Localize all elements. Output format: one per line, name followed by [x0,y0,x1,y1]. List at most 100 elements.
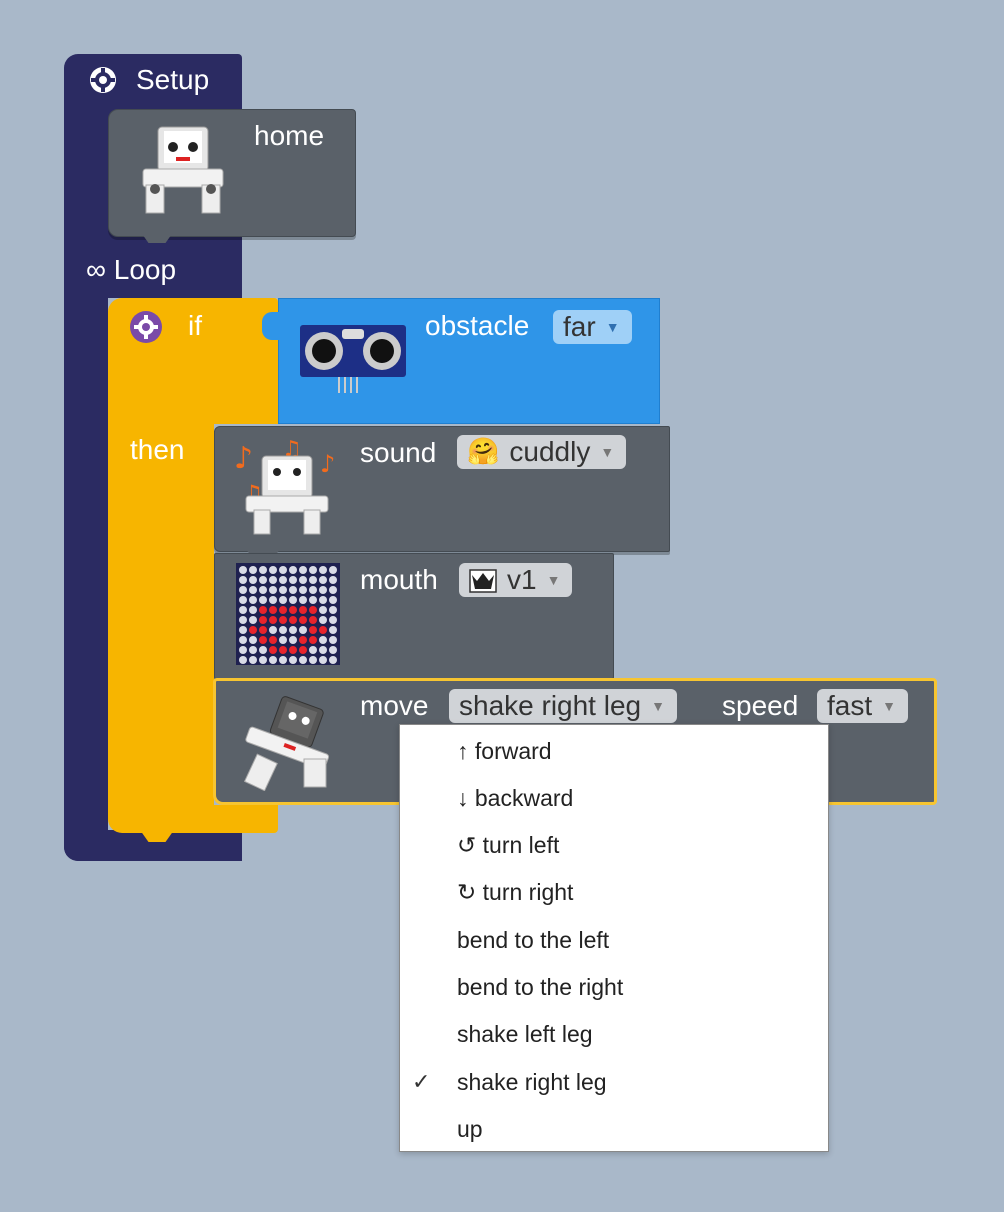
led-dot [269,616,277,624]
mouth-dropdown[interactable]: v1 ▼ [459,563,573,597]
led-dot [239,606,247,614]
led-dot [309,626,317,634]
led-dot [279,596,287,604]
led-dot [319,626,327,634]
led-dot [299,586,307,594]
led-dot [269,656,277,664]
led-dot [299,636,307,644]
led-dot [249,596,257,604]
menu-item-label: bend to the right [457,974,624,1000]
obstacle-plug [262,312,282,340]
speed-value: fast [827,690,873,721]
led-dot [249,606,257,614]
menu-item-label: ↺ turn left [457,832,560,859]
led-dot [239,586,247,594]
menu-item[interactable]: ↻ turn right [400,871,828,915]
sound-value: cuddly [509,436,591,467]
obstacle-dropdown[interactable]: far ▼ [553,310,632,344]
move-label: move [360,690,429,721]
home-label: home [254,120,325,151]
led-dot [259,646,267,654]
led-dot [239,566,247,574]
led-dot [239,596,247,604]
led-dot [319,596,327,604]
mouth-label: mouth [360,564,438,595]
led-dot [309,606,317,614]
if-mutator-gear-icon[interactable] [129,310,163,344]
led-dot [249,626,257,634]
menu-item[interactable]: ↓ backward [400,776,828,820]
then-label: then [130,434,185,465]
led-dot [259,596,267,604]
led-dot [269,576,277,584]
led-dot [299,656,307,664]
led-dot [259,576,267,584]
led-dot [259,626,267,634]
speed-dropdown[interactable]: fast ▼ [817,689,908,723]
obstacle-label: obstacle [425,310,530,341]
menu-item-label: ↓ backward [457,784,574,811]
led-dot [269,566,277,574]
led-dot [259,606,267,614]
led-dot [299,616,307,624]
menu-item[interactable]: bend to the left [400,918,828,962]
led-dot [289,566,297,574]
menu-item[interactable]: bend to the right [400,966,828,1010]
menu-item[interactable]: shake left leg [400,1013,828,1057]
led-dot [269,606,277,614]
led-dot [299,646,307,654]
menu-item[interactable]: ✓ shake right leg [400,1060,828,1104]
led-dot [309,616,317,624]
led-dot [309,656,317,664]
led-dot [309,596,317,604]
led-dot [259,616,267,624]
led-dot [279,566,287,574]
led-dot [249,576,257,584]
led-dot [299,596,307,604]
led-dot [319,606,327,614]
led-dot [289,636,297,644]
led-dot [289,656,297,664]
led-dot [239,616,247,624]
chevron-down-icon: ▼ [605,319,620,335]
setup-label: Setup [136,64,210,95]
led-dot [279,646,287,654]
led-dot [279,606,287,614]
menu-item-label: up [457,1115,483,1142]
led-dot [309,586,317,594]
led-dot [299,566,307,574]
menu-item[interactable]: ↑ forward [400,729,828,773]
led-dot [319,656,327,664]
led-dot [319,646,327,654]
led-dot [289,606,297,614]
led-dot [269,626,277,634]
led-dot [239,656,247,664]
led-dot [329,576,337,584]
menu-item[interactable]: up [400,1107,828,1151]
menu-item-label: shake right leg [457,1068,607,1095]
led-dot [319,636,327,644]
led-dot [309,636,317,644]
sound-dropdown[interactable]: 🤗 cuddly ▼ [457,435,627,469]
led-dot [299,626,307,634]
led-dot [249,616,257,624]
led-dot [259,566,267,574]
robot-music-icon: ♪ ♫ ♪ ♫ [232,437,342,536]
led-dot [249,636,257,644]
led-dot [249,566,257,574]
led-dot [319,586,327,594]
menu-item[interactable]: ↺ turn left [400,824,828,868]
led-dot [279,656,287,664]
menu-item-label: bend to the left [457,926,610,953]
led-dot [299,606,307,614]
led-dot [289,616,297,624]
setup-gear-icon [88,65,118,95]
led-dot [239,646,247,654]
obstacle-value: far [563,311,596,342]
move-dropdown[interactable]: shake right leg ▼ [449,689,677,723]
led-dot [249,646,257,654]
robot-icon [138,125,228,217]
move-value: shake right leg [459,690,642,721]
chevron-down-icon: ▼ [546,572,561,588]
led-dot [309,576,317,584]
